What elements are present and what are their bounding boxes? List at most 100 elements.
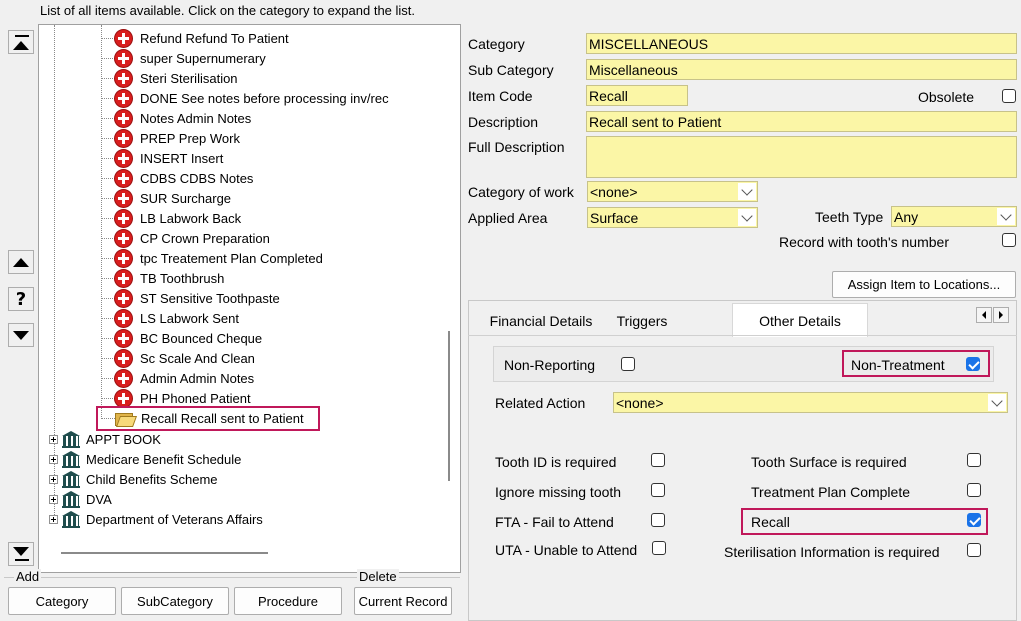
uta-checkbox[interactable] — [652, 541, 666, 555]
sterilisation-info-checkbox[interactable] — [967, 543, 981, 557]
applied-area-value: Surface — [590, 209, 639, 226]
tree-item-label: TB Toothbrush — [140, 270, 225, 286]
tree-item-label: INSERT Insert — [140, 150, 224, 166]
tree-item-label: DONE See notes before processing inv/rec — [140, 90, 389, 106]
tree-item-label: PREP Prep Work — [140, 130, 240, 146]
tooth-surface-checkbox[interactable] — [967, 453, 981, 467]
subcategory-field[interactable]: Miscellaneous — [586, 59, 1017, 80]
tree-item[interactable]: Sc Scale And Clean — [101, 348, 255, 368]
related-action-select[interactable]: <none> — [613, 392, 1008, 413]
record-tooth-label: Record with tooth's number — [779, 234, 949, 250]
move-down-button[interactable] — [8, 323, 34, 347]
tree-item[interactable]: Refund Refund To Patient — [101, 28, 289, 48]
tp-complete-checkbox[interactable] — [967, 483, 981, 497]
tree-item-label: ST Sensitive Toothpaste — [140, 290, 280, 306]
tree-category[interactable]: Medicare Benefit Schedule — [49, 449, 241, 469]
chevron-down-icon[interactable] — [997, 208, 1015, 225]
tree-item[interactable]: LB Labwork Back — [101, 208, 241, 228]
non-reporting-label: Non-Reporting — [504, 357, 596, 373]
tooth-id-label: Tooth ID is required — [495, 454, 617, 470]
tree-item[interactable]: TB Toothbrush — [101, 268, 224, 288]
description-label: Description — [468, 114, 539, 130]
ignore-missing-checkbox[interactable] — [651, 483, 665, 497]
tree-category[interactable]: DVA — [49, 489, 112, 509]
triangle-up-icon — [13, 40, 29, 50]
sterilisation-info-label: Sterilisation Information is required — [724, 544, 940, 560]
add-category-button[interactable]: Category — [8, 587, 116, 615]
chevron-down-icon[interactable] — [738, 183, 756, 200]
plus-icon — [115, 309, 132, 327]
vertical-scrollbar[interactable] — [448, 331, 450, 481]
tree-item[interactable]: Steri Sterilisation — [101, 68, 238, 88]
arrow-left-icon — [982, 311, 986, 319]
tooth-surface-label: Tooth Surface is required — [751, 454, 907, 470]
tree-item-label: LS Labwork Sent — [140, 310, 240, 326]
help-button[interactable]: ? — [8, 287, 34, 311]
tree-item-label: SUR Surcharge — [140, 190, 232, 206]
tree-item[interactable]: BC Bounced Cheque — [101, 328, 262, 348]
tree-item[interactable]: SUR Surcharge — [101, 188, 231, 208]
applied-area-select[interactable]: Surface — [587, 207, 758, 228]
tree-item[interactable]: tpc Treatement Plan Completed — [101, 248, 323, 268]
itemcode-label: Item Code — [468, 88, 533, 104]
tree-item[interactable]: PREP Prep Work — [101, 128, 240, 148]
category-of-work-value: <none> — [590, 183, 638, 200]
delete-current-record-button[interactable]: Current Record — [354, 587, 452, 615]
expand-icon — [49, 494, 58, 504]
tree-item[interactable]: PH Phoned Patient — [101, 388, 251, 408]
teeth-type-select[interactable]: Any — [891, 206, 1017, 227]
plus-icon — [115, 269, 132, 287]
tooth-id-checkbox[interactable] — [651, 453, 665, 467]
tab-other-details[interactable]: Other Details — [732, 303, 868, 337]
category-of-work-label: Category of work — [468, 184, 574, 200]
tree-item[interactable]: CP Crown Preparation — [101, 228, 270, 248]
tree-item-label: BC Bounced Cheque — [140, 330, 263, 346]
tree-item[interactable]: DONE See notes before processing inv/rec — [101, 88, 389, 108]
itemcode-field[interactable]: Recall — [586, 85, 688, 106]
plus-icon — [115, 349, 132, 367]
tree-item[interactable]: Notes Admin Notes — [101, 108, 251, 128]
tab-triggers[interactable]: Triggers — [606, 305, 678, 337]
plus-icon — [115, 129, 132, 147]
add-subcategory-button[interactable]: SubCategory — [121, 587, 229, 615]
expand-icon — [49, 454, 58, 464]
non-reporting-checkbox[interactable] — [621, 357, 635, 371]
move-up-button[interactable] — [8, 250, 34, 274]
obsolete-checkbox[interactable] — [1002, 89, 1016, 103]
tree-item[interactable]: ST Sensitive Toothpaste — [101, 288, 280, 308]
tree-item-label: LB Labwork Back — [140, 210, 242, 226]
plus-icon — [115, 69, 132, 87]
item-tree[interactable]: Refund Refund To Patient super Supernume… — [38, 24, 461, 573]
description-field[interactable]: Recall sent to Patient — [586, 111, 1017, 132]
tree-item[interactable]: Admin Admin Notes — [101, 368, 254, 388]
chevron-down-icon[interactable] — [738, 209, 756, 226]
add-procedure-button[interactable]: Procedure — [234, 587, 342, 615]
category-of-work-select[interactable]: <none> — [587, 181, 758, 202]
tree-item[interactable]: super Supernumerary — [101, 48, 266, 68]
category-field[interactable]: MISCELLANEOUS — [586, 33, 1017, 54]
tree-item[interactable]: LS Labwork Sent — [101, 308, 239, 328]
tree-category[interactable]: APPT BOOK — [49, 429, 161, 449]
tab-scroll-left-button[interactable] — [976, 307, 992, 323]
tree-item[interactable]: INSERT Insert — [101, 148, 223, 168]
plus-icon — [115, 389, 132, 407]
tab-scroll-right-button[interactable] — [993, 307, 1009, 323]
assign-locations-button[interactable]: Assign Item to Locations... — [832, 271, 1016, 298]
record-tooth-checkbox[interactable] — [1002, 233, 1016, 247]
tree-category[interactable]: Department of Veterans Affairs — [49, 509, 263, 529]
tree-category[interactable]: Child Benefits Scheme — [49, 469, 218, 489]
fta-checkbox[interactable] — [651, 513, 665, 527]
question-icon: ? — [15, 288, 27, 310]
tree-item-label: super Supernumerary — [140, 50, 266, 66]
horizontal-scrollbar[interactable] — [61, 552, 268, 554]
move-to-bottom-button[interactable] — [8, 542, 34, 566]
expand-icon — [49, 474, 58, 484]
ignore-missing-label: Ignore missing tooth — [495, 484, 622, 500]
full-description-label: Full Description — [468, 139, 565, 155]
tree-item[interactable]: CDBS CDBS Notes — [101, 168, 253, 188]
tab-financial-details[interactable]: Financial Details — [478, 305, 604, 337]
chevron-down-icon[interactable] — [988, 394, 1006, 411]
full-description-field[interactable] — [586, 136, 1017, 178]
plus-icon — [115, 29, 132, 47]
move-to-top-button[interactable] — [8, 30, 34, 54]
